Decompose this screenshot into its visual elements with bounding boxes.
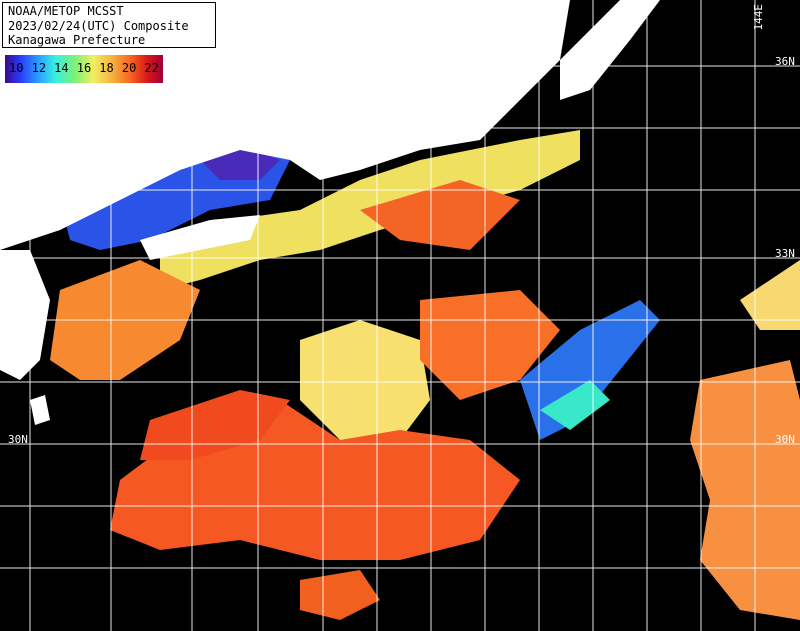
title-line-source: NOAA/METOP MCSST [8, 4, 124, 18]
map-title-box: NOAA/METOP MCSST 2023/02/24(UTC) Composi… [2, 2, 216, 48]
legend-label: 16 [76, 61, 92, 75]
lat-label-36: 36N [775, 55, 795, 68]
lon-label-144: 144E [752, 4, 765, 31]
legend-color-bar: 10 12 14 16 18 20 22 [5, 55, 163, 83]
title-line-date: 2023/02/24(UTC) Composite [8, 18, 189, 33]
lat-label-33: 33N [775, 247, 795, 260]
legend-label: 18 [99, 61, 114, 75]
sst-map [0, 0, 800, 631]
lat-label-30-left: 30N [8, 433, 28, 446]
legend-label: 10 [9, 61, 24, 75]
legend-labels: 10 12 14 16 18 20 22 [5, 61, 163, 75]
legend-label: 22 [144, 61, 159, 75]
lon-label-136: 136E [320, 4, 333, 31]
legend-label: 20 [121, 61, 137, 75]
legend-label: 14 [54, 61, 69, 75]
legend-label: 12 [31, 61, 47, 75]
color-legend: 10 12 14 16 18 20 22 [2, 52, 166, 86]
lat-label-30-right: 30N [775, 433, 795, 446]
title-line-region: Kanagawa Prefecture [8, 33, 146, 47]
